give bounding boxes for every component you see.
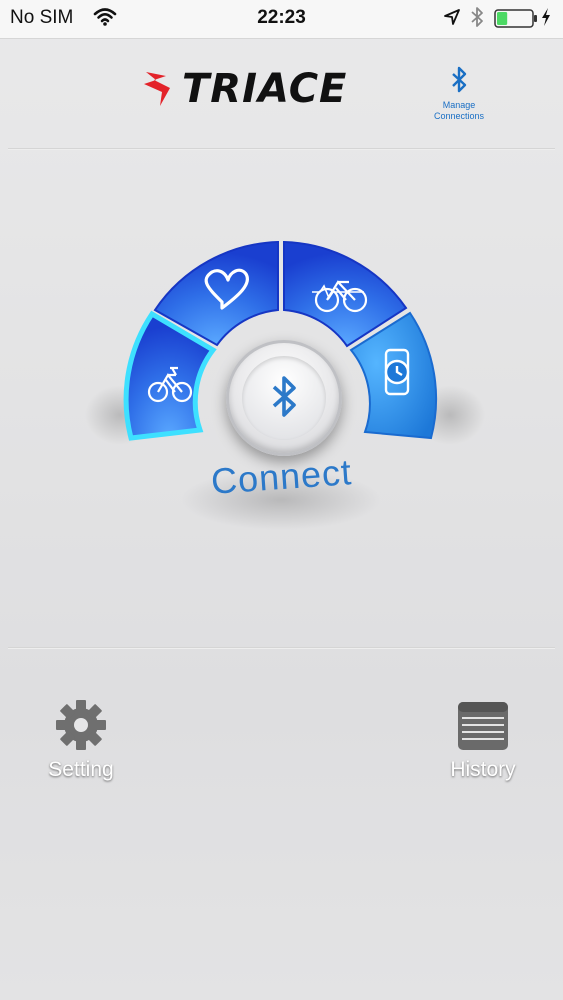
gear-icon <box>54 700 108 757</box>
history-list-icon <box>456 702 510 757</box>
history-button[interactable]: History <box>440 700 526 782</box>
connection-dial: Connect <box>0 200 563 560</box>
status-bar: No SIM 22:23 <box>0 0 563 39</box>
header-divider <box>8 148 555 150</box>
setting-button[interactable]: Setting <box>40 698 122 782</box>
connect-button[interactable] <box>226 340 342 456</box>
connect-button-face <box>242 356 326 440</box>
brand-logo-text: TRIACE <box>182 66 348 112</box>
bluetooth-icon <box>470 6 484 34</box>
setting-label: Setting <box>48 758 114 781</box>
location-icon <box>443 8 461 32</box>
manage-connections-label-2: Connections <box>433 111 485 121</box>
header: TRIACE Manage Connections <box>0 38 563 150</box>
battery-icon <box>494 9 538 35</box>
history-label: History <box>450 758 516 781</box>
section-divider <box>8 647 555 649</box>
manage-connections-button[interactable]: Manage Connections <box>428 66 490 121</box>
bluetooth-icon <box>450 66 468 98</box>
charging-icon <box>540 7 552 33</box>
triace-logo-icon <box>140 66 184 115</box>
manage-connections-label-1: Manage <box>442 100 476 110</box>
